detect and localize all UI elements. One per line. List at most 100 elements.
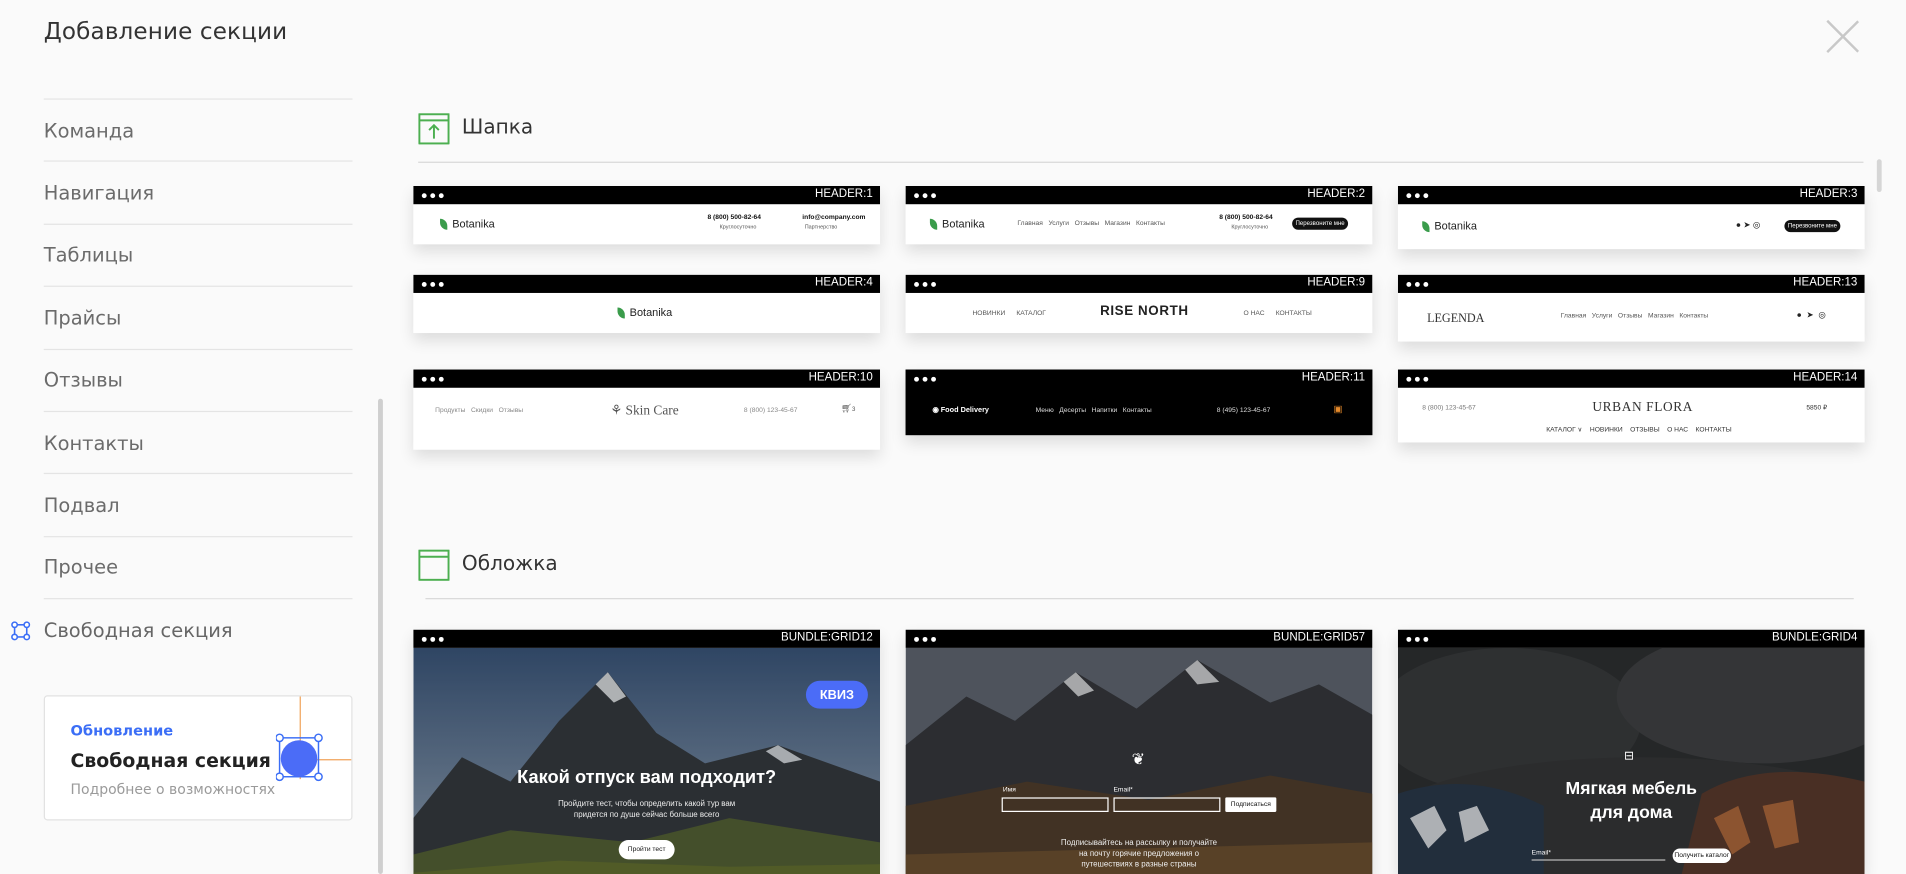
sidebar-item-team[interactable]: Команда [43, 98, 353, 160]
header-nav: Главная Услуги Отзывы Магазин Контакты [1017, 220, 1165, 228]
cart-count: 3 [851, 405, 856, 414]
update-tag: Обновление [70, 722, 174, 740]
window-dots-icon [421, 282, 446, 287]
header-nav-right: О НАС КОНТАКТЫ [1243, 309, 1312, 318]
header-price: 5850 ₽ [1806, 404, 1828, 413]
brand-name: Botanika [1434, 220, 1477, 233]
template-code: HEADER:1 [815, 187, 873, 201]
leaf-logo-icon [1422, 221, 1430, 233]
header-email-note: Партнерство [804, 223, 838, 230]
window-dots-icon [1406, 376, 1430, 382]
template-code: BUNDLE:GRID4 [1772, 630, 1858, 645]
sofa-icon: ⊟ [1623, 750, 1635, 764]
cover-subtitle: Подписывайтесь на рассылку и получайте н… [1060, 838, 1218, 870]
take-test-button: Пройти тест [618, 839, 675, 860]
sidebar-item-free-section[interactable]: Свободная секция [11, 598, 353, 660]
social-icons: ● ➤ ◎ [1796, 311, 1826, 320]
skin-care-logo-icon: ⚘ [610, 403, 626, 419]
sidebar-item-navigation[interactable]: Навигация [43, 160, 353, 223]
section-divider [418, 161, 1864, 163]
window-dots-icon [1406, 193, 1430, 199]
content-scrollbar[interactable] [1876, 159, 1882, 193]
header-nav: Меню Десерты Напитки Контакты [1035, 407, 1152, 415]
header-phone: 8 (495) 123-45-67 [1216, 407, 1271, 415]
quiz-badge: КВИЗ [805, 680, 868, 709]
template-code: BUNDLE:GRID57 [1273, 630, 1366, 645]
modal-title: Добавление секции [43, 18, 288, 45]
brand-name: LEGENDA [1427, 312, 1485, 326]
window-dots-icon [421, 376, 446, 382]
sidebar: Команда Навигация Таблицы Прайсы Отзывы … [11, 98, 353, 660]
cover-title: Какой отпуск вам подходит? [517, 767, 777, 788]
template-code: HEADER:14 [1793, 370, 1858, 385]
header-nav: Главная Услуги Отзывы Магазин Контакты [1560, 312, 1709, 320]
header-nav: КАТАЛОГ ∨ НОВИНКИ ОТЗЫВЫ О НАС КОНТАКТЫ [1546, 426, 1732, 434]
template-code: HEADER:10 [808, 370, 873, 385]
brand-name: Food Delivery [940, 407, 989, 415]
leaf-logo-icon [440, 218, 448, 230]
subscribe-button: Подписаться [1225, 797, 1277, 812]
email-label: Email* [1531, 849, 1551, 857]
sidebar-item-footer[interactable]: Подвал [43, 473, 353, 535]
sidebar-item-label: Свободная секция [43, 618, 233, 642]
template-card-header-3[interactable]: HEADER:3 Botanika ● ➤ ◎ Перезвоните мне [1397, 185, 1865, 250]
brand-name: Botanika [629, 306, 673, 319]
header-nav-left: НОВИНКИ КАТАЛОГ [972, 309, 1046, 318]
free-section-icon [11, 621, 31, 641]
template-card-header-2[interactable]: HEADER:2 Botanika Главная Услуги Отзывы … [905, 185, 1373, 245]
template-card-grid4[interactable]: BUNDLE:GRID4 ⊟ Мягкая мебель для дома Em… [1397, 629, 1865, 874]
update-subtitle: Подробнее о возможностях [70, 780, 276, 798]
name-label: Имя [1002, 786, 1016, 794]
template-card-header-11[interactable]: HEADER:11 ◉ Food Delivery Меню Десерты Н… [905, 369, 1373, 436]
close-icon[interactable] [1823, 17, 1862, 56]
get-catalog-button: Получить каталог [1672, 848, 1731, 864]
template-code: HEADER:4 [815, 275, 873, 290]
template-card-header-1[interactable]: HEADER:1 Botanika 8 (800) 500-82-64 Круг… [413, 185, 881, 245]
email-input [1113, 797, 1221, 812]
template-code: HEADER:2 [1307, 187, 1366, 201]
sidebar-item-contacts[interactable]: Контакты [43, 410, 353, 473]
social-icons: ● ➤ ◎ [1735, 221, 1761, 230]
template-code: BUNDLE:GRID12 [780, 630, 873, 645]
sidebar-item-reviews[interactable]: Отзывы [43, 348, 353, 410]
window-dots-icon [1406, 636, 1430, 642]
header-email: info@company.com [802, 213, 866, 222]
header-phone: 8 (800) 123-45-67 [1422, 404, 1476, 413]
window-dots-icon [914, 282, 938, 287]
window-dots-icon [914, 376, 938, 382]
window-dots-icon [914, 193, 938, 199]
add-section-modal: Добавление секции Команда Навигация Табл… [0, 0, 1906, 874]
section-title-cover: Обложка [461, 551, 558, 575]
free-section-illustration-icon [275, 696, 352, 782]
template-card-header-4[interactable]: HEADER:4 Botanika [413, 274, 881, 334]
header-phone: 8 (800) 123-45-67 [743, 407, 798, 415]
update-card[interactable]: Обновление Свободная секция Подробнее о … [43, 695, 353, 821]
food-logo-icon: ◉ [932, 407, 941, 415]
cover-title: Мягкая мебель для дома [1565, 779, 1697, 823]
brand-name: Botanika [942, 217, 985, 230]
sidebar-item-prices[interactable]: Прайсы [43, 285, 353, 348]
sidebar-item-tables[interactable]: Таблицы [43, 223, 353, 285]
update-title: Свободная секция [70, 750, 271, 772]
template-code: HEADER:9 [1307, 275, 1366, 290]
template-card-grid12[interactable]: BUNDLE:GRID12 КВИЗ Какой отпуск вам подх… [413, 629, 881, 874]
header-phone: 8 (800) 500-82-64 [707, 213, 761, 222]
brand-name: URBAN FLORA [1592, 399, 1694, 415]
window-dots-icon [1406, 282, 1430, 287]
cart-icon: 🛒︎ [841, 404, 852, 414]
window-dots-icon [421, 193, 446, 199]
template-card-header-13[interactable]: HEADER:13 LEGENDA Главная Услуги Отзывы … [1397, 274, 1865, 342]
name-input [1001, 797, 1109, 812]
header-phone: 8 (800) 500-82-64 [1219, 213, 1273, 222]
cart-icon: ▣ [1333, 403, 1343, 415]
header-nav: Продукты Скидки Отзывы [435, 407, 524, 415]
template-card-header-9[interactable]: HEADER:9 НОВИНКИ КАТАЛОГ RISE NORTH О НА… [905, 274, 1373, 334]
template-card-header-10[interactable]: HEADER:10 Продукты Скидки Отзывы ⚘ Skin … [413, 369, 881, 450]
template-card-header-14[interactable]: HEADER:14 8 (800) 123-45-67 URBAN FLORA … [1397, 369, 1865, 443]
template-card-grid57[interactable]: BUNDLE:GRID57 ❦ Имя Email* Подписаться П… [905, 629, 1373, 874]
sidebar-scrollbar[interactable] [378, 398, 383, 874]
header-phone-note: Круглосуточно [1231, 223, 1269, 230]
sidebar-item-other[interactable]: Прочее [43, 535, 353, 598]
template-code: HEADER:11 [1301, 370, 1366, 385]
template-code: HEADER:3 [1799, 187, 1858, 201]
